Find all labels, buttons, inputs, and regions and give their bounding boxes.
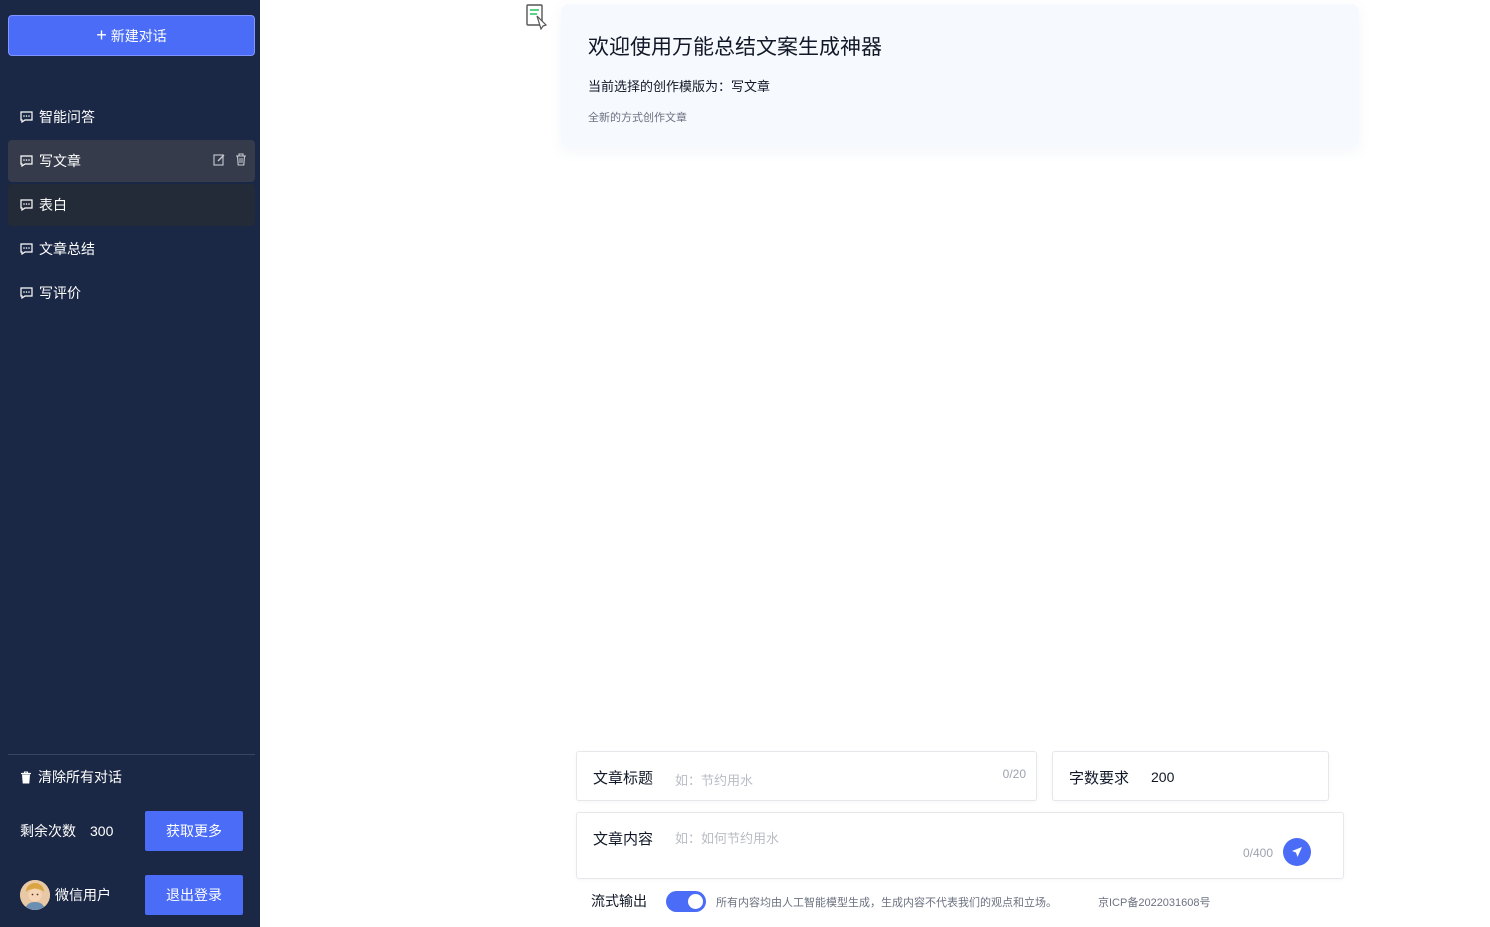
sidebar-item-write-article[interactable]: 写文章 bbox=[8, 140, 255, 182]
article-content-field[interactable]: 文章内容 如：如何节约用水 0/400 bbox=[576, 812, 1344, 879]
sidebar-item-label: 文章总结 bbox=[39, 241, 95, 257]
sidebar-item-summary[interactable]: 文章总结 bbox=[8, 228, 255, 270]
message-icon bbox=[20, 155, 33, 167]
document-icon bbox=[526, 4, 548, 30]
message-icon bbox=[20, 243, 33, 255]
sidebar-item-label: 智能问答 bbox=[39, 109, 95, 125]
user-info: 微信用户 bbox=[20, 880, 111, 910]
icp-link[interactable]: 京ICP备2022031608号 bbox=[1098, 894, 1211, 910]
sidebar-item-confession[interactable]: 表白 bbox=[8, 184, 255, 226]
conversation-list: 智能问答 写文章 表白 文章总结 写评价 bbox=[8, 96, 255, 316]
article-title-input[interactable]: 如：节约用水 bbox=[675, 770, 753, 789]
avatar bbox=[20, 880, 50, 910]
article-content-input[interactable]: 如：如何节约用水 bbox=[675, 828, 779, 847]
word-count-label: 字数要求 bbox=[1069, 770, 1130, 787]
remaining-value: 300 bbox=[90, 823, 114, 839]
message-icon bbox=[20, 287, 33, 299]
clear-all-button[interactable]: 清除所有对话 bbox=[20, 767, 122, 787]
clear-all-label: 清除所有对话 bbox=[38, 769, 122, 785]
welcome-card: 欢迎使用万能总结文案生成神器 当前选择的创作模版为：写文章 全新的方式创作文章 bbox=[561, 4, 1359, 148]
item-actions bbox=[213, 153, 247, 166]
word-count-field[interactable]: 字数要求 200 bbox=[1052, 751, 1329, 801]
stream-output-label: 流式输出 bbox=[591, 893, 647, 909]
message-icon bbox=[20, 199, 33, 211]
plus-icon: + bbox=[96, 24, 107, 45]
word-count-input[interactable]: 200 bbox=[1151, 769, 1174, 785]
toggle-knob bbox=[688, 894, 703, 909]
sidebar-item-review[interactable]: 写评价 bbox=[8, 272, 255, 314]
sidebar-item-qa[interactable]: 智能问答 bbox=[8, 96, 255, 138]
edit-icon[interactable] bbox=[213, 153, 225, 166]
stream-output-toggle[interactable] bbox=[666, 891, 706, 912]
user-name: 微信用户 bbox=[55, 887, 111, 903]
send-button[interactable] bbox=[1283, 838, 1311, 866]
disclaimer-text: 所有内容均由人工智能模型生成，生成内容不代表我们的观点和立场。 bbox=[716, 897, 1057, 909]
welcome-description: 全新的方式创作文章 bbox=[588, 112, 687, 124]
welcome-subtitle: 当前选择的创作模版为：写文章 bbox=[588, 79, 771, 94]
new-chat-button[interactable]: + 新建对话 bbox=[8, 15, 255, 56]
article-content-label: 文章内容 bbox=[593, 831, 654, 848]
sidebar-divider bbox=[8, 754, 255, 755]
sidebar-item-label: 写文章 bbox=[39, 153, 81, 169]
remaining-count: 剩余次数 300 bbox=[20, 821, 113, 841]
article-title-counter: 0/20 bbox=[1002, 767, 1026, 781]
remaining-label: 剩余次数 bbox=[20, 823, 76, 839]
new-chat-label: 新建对话 bbox=[110, 27, 167, 44]
send-icon bbox=[1292, 847, 1302, 857]
logout-button[interactable]: 退出登录 bbox=[145, 875, 243, 915]
message-icon bbox=[20, 111, 33, 123]
sidebar: + 新建对话 智能问答 写文章 表白 文章总结 写评价 清除所有对话 剩余次数 … bbox=[0, 0, 260, 927]
get-more-button[interactable]: 获取更多 bbox=[145, 811, 243, 851]
article-content-counter: 0/400 bbox=[1242, 846, 1273, 860]
delete-icon[interactable] bbox=[235, 153, 247, 166]
sidebar-item-label: 表白 bbox=[39, 197, 67, 213]
trash-icon bbox=[21, 770, 31, 783]
sidebar-item-label: 写评价 bbox=[39, 285, 81, 301]
welcome-title: 欢迎使用万能总结文案生成神器 bbox=[588, 36, 882, 59]
article-title-field[interactable]: 文章标题 如：节约用水 0/20 bbox=[576, 751, 1037, 801]
article-title-label: 文章标题 bbox=[593, 770, 654, 787]
